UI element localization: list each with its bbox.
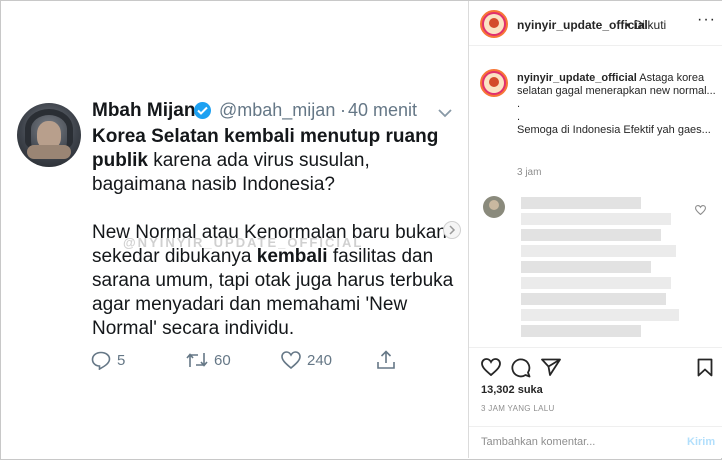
comment-bubble-icon[interactable]	[511, 358, 531, 383]
commenter-avatar[interactable]	[483, 196, 505, 218]
comment-input[interactable]	[479, 435, 673, 449]
more-options-icon[interactable]: ···	[697, 11, 716, 29]
post-header: nyinyir_update_official • Diikuti ···	[469, 1, 722, 46]
caption-avatar[interactable]	[480, 69, 508, 97]
tweet-time[interactable]: 40 menit	[348, 100, 417, 121]
send-comment-button[interactable]: Kirim	[687, 436, 715, 448]
share-icon	[377, 350, 395, 369]
caption-dot: .	[517, 98, 521, 110]
post-actions: 13,302 suka 3 JAM YANG LALU Kirim	[469, 347, 722, 458]
tweet-bold-text: publik	[92, 150, 148, 171]
tweet-avatar[interactable]	[17, 103, 81, 167]
caption-line: Semoga di Indonesia Efektif yah gaes...	[517, 124, 711, 136]
verified-badge-icon	[194, 102, 211, 119]
retweet-icon	[186, 353, 208, 367]
comment-like-heart-icon[interactable]	[694, 202, 707, 220]
next-image-arrow-icon[interactable]	[443, 221, 461, 239]
account-avatar[interactable]	[480, 10, 508, 38]
tweet-paragraph-1: Korea Selatan kembali menutup ruang publ…	[92, 125, 457, 197]
caption-username[interactable]: nyinyir_update_official	[517, 72, 637, 84]
heart-icon	[281, 351, 301, 369]
reply-count: 5	[117, 351, 126, 369]
share-paper-plane-icon[interactable]	[541, 358, 561, 381]
comment-box: Kirim	[469, 426, 722, 459]
watermark: @NYINYIR_UPDATE_OFFICIAL	[123, 235, 364, 250]
reply-icon	[91, 351, 111, 370]
follow-status[interactable]: • Diikuti	[626, 18, 666, 32]
tweet-separator: ·	[340, 100, 346, 120]
retweet-button[interactable]: 60	[186, 349, 231, 371]
like-heart-icon[interactable]	[481, 358, 501, 381]
like-count: 240	[307, 351, 333, 369]
post-caption: nyinyir_update_official Astaga korea sel…	[517, 72, 717, 137]
blurred-comments	[521, 197, 681, 347]
likes-count[interactable]: 13,302 suka	[481, 384, 543, 396]
share-button[interactable]	[376, 349, 396, 371]
tweet-image: Mbah Mijan @mbah_mijan · 40 menit Korea …	[1, 1, 467, 458]
instagram-panel: nyinyir_update_official • Diikuti ··· ny…	[468, 1, 722, 458]
post-time-ago: 3 JAM YANG LALU	[481, 404, 555, 413]
bookmark-icon[interactable]	[697, 358, 713, 382]
tweet-handle[interactable]: @mbah_mijan	[219, 100, 335, 121]
retweet-count: 60	[214, 351, 231, 369]
chevron-down-icon[interactable]	[438, 105, 452, 123]
caption-time: 3 jam	[517, 167, 542, 178]
reply-button[interactable]: 5	[91, 349, 125, 371]
like-button[interactable]: 240	[281, 349, 332, 371]
caption-dot: .	[517, 111, 521, 123]
tweet-author-name[interactable]: Mbah Mijan	[92, 100, 195, 122]
tweet-bold-text: Korea Selatan kembali menutup ruang	[92, 126, 439, 147]
